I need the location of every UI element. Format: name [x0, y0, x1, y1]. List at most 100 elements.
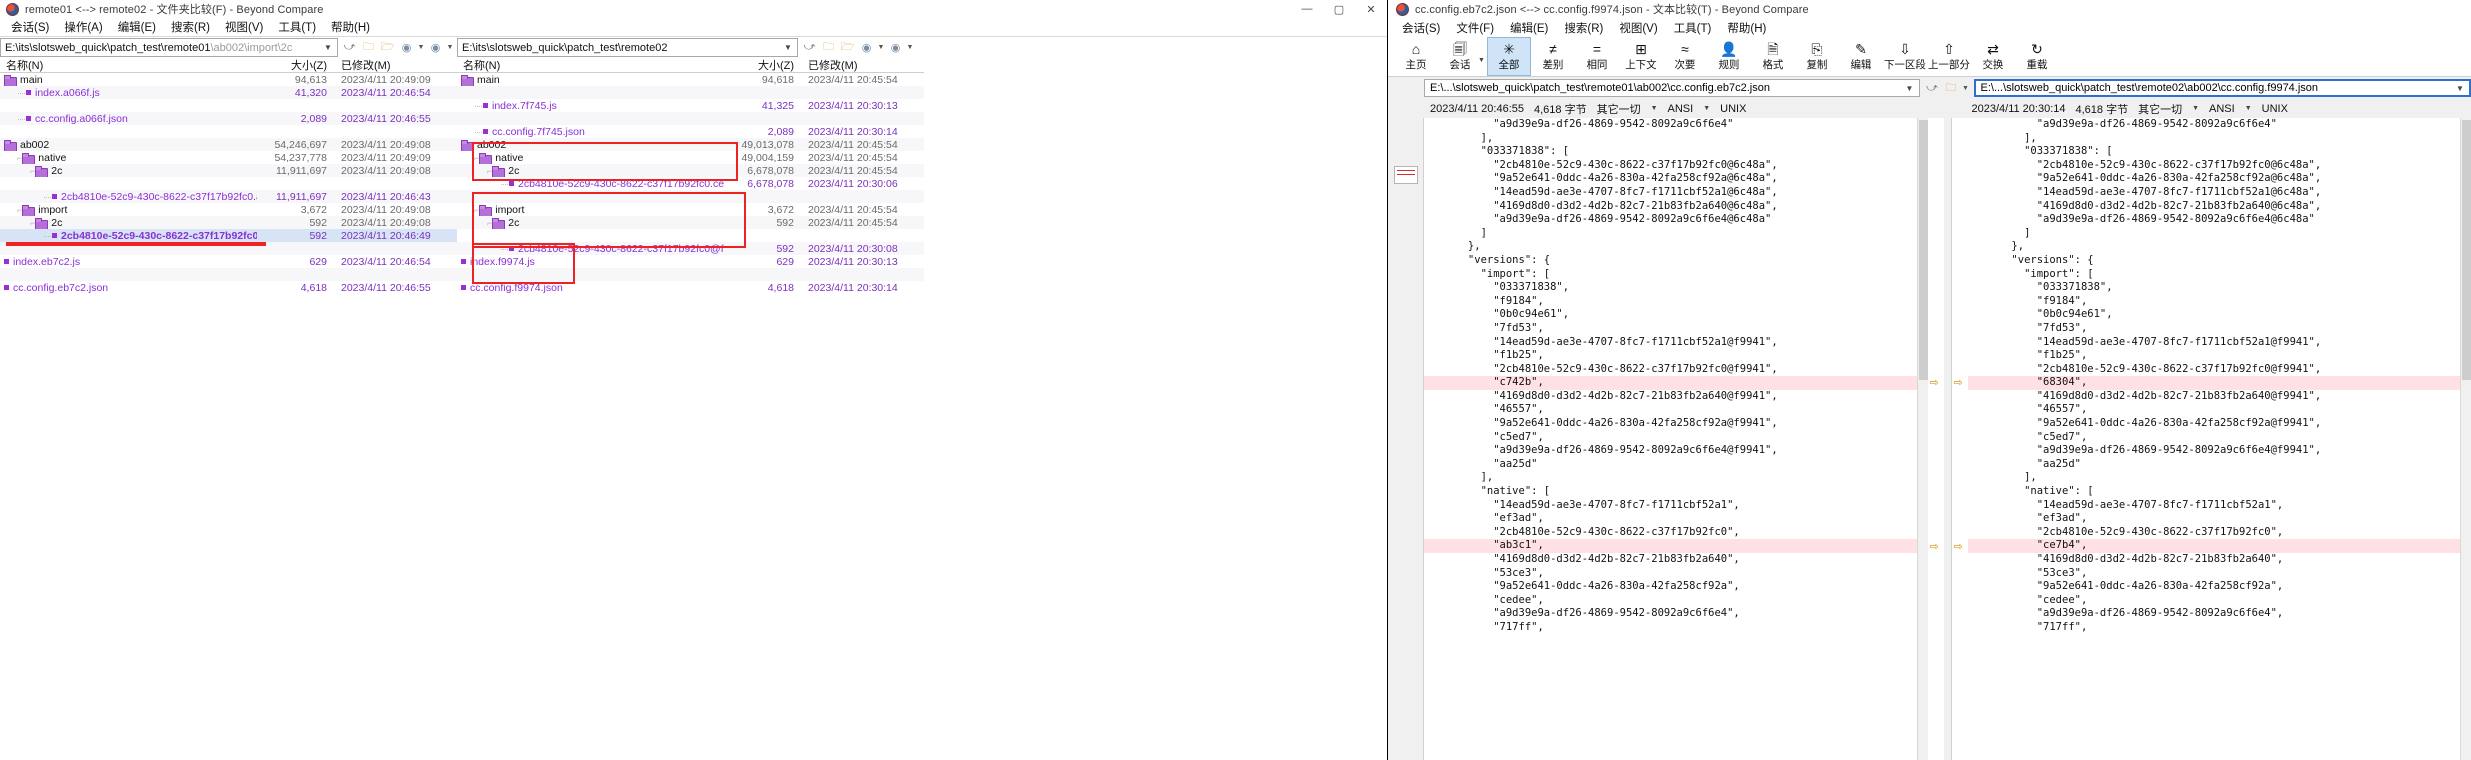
table-row[interactable]: ⌐ 2c 6,678,078 2023/4/11 20:45:54 — [457, 164, 924, 177]
code-line[interactable]: "versions": { — [1424, 254, 1928, 268]
code-line[interactable]: "ef3ad", — [1968, 512, 2471, 526]
toolbar-button-会话[interactable]: 🗐 会话 — [1438, 37, 1482, 76]
overview-map[interactable] — [1394, 166, 1418, 184]
left-path-dropdown-icon[interactable]: ▼ — [321, 43, 335, 52]
left-overview-gutter[interactable] — [1388, 118, 1424, 760]
code-line[interactable]: "import": [ — [1968, 268, 2471, 282]
code-line[interactable]: "c742b", — [1424, 376, 1928, 390]
open-parent-icon-2[interactable]: 🗁 — [839, 39, 856, 56]
table-row[interactable]: ···· index.7f745.js 41,325 2023/4/11 20:30:… — [457, 99, 924, 112]
menu-tools[interactable]: 工具(T) — [271, 18, 323, 36]
table-row[interactable]: cc.config.eb7c2.json 4,618 2023/4/11 20:46… — [0, 281, 457, 294]
forward-icon-2[interactable]: ◉ — [887, 39, 904, 56]
table-row[interactable] — [457, 86, 924, 99]
code-line[interactable]: "c5ed7", — [1424, 431, 1928, 445]
menu-help[interactable]: 帮助(H) — [324, 18, 377, 36]
code-line[interactable]: "9a52e641-0ddc-4a26-830a-42fa258cf92a", — [1968, 580, 2471, 594]
code-line[interactable]: "c5ed7", — [1968, 431, 2471, 445]
code-line[interactable]: ], — [1424, 132, 1928, 146]
code-line[interactable]: "4169d8d0-d3d2-4d2b-82c7-21b83fb2a640", — [1968, 553, 2471, 567]
right-file-list[interactable]: main 94,618 2023/4/11 20:45:54 ···· index.7f… — [457, 73, 924, 294]
right-path-dropdown-icon[interactable]: ▼ — [781, 43, 795, 52]
code-line[interactable]: "4169d8d0-d3d2-4d2b-82c7-21b83fb2a640@6c… — [1968, 200, 2471, 214]
code-line[interactable]: "4169d8d0-d3d2-4d2b-82c7-21b83fb2a640@6c… — [1424, 200, 1928, 214]
code-line[interactable]: "7fd53", — [1968, 322, 2471, 336]
table-row[interactable]: ⌐ 2c 592 2023/4/11 20:45:54 — [457, 216, 924, 229]
table-row[interactable]: ···· 2cb4810e-52c9-430c-8622-c37f17b92fc0… — [457, 177, 924, 190]
toolbar-button-编辑[interactable]: ✎ 编辑 — [1839, 37, 1883, 76]
code-line[interactable]: "cedee", — [1968, 594, 2471, 608]
code-line[interactable]: "9a52e641-0ddc-4a26-830a-42fa258cf92a", — [1424, 580, 1928, 594]
right-mode-caret-icon[interactable]: ▼ — [2192, 105, 2199, 112]
table-row[interactable]: main 94,618 2023/4/11 20:45:54 — [457, 73, 924, 86]
swap-path-icon-2[interactable]: ⤻ — [801, 39, 818, 56]
left-code-view[interactable]: "a9d39e9a-df26-4869-9542-8092a9c6f6e4" ]… — [1424, 118, 1928, 760]
table-row[interactable]: ···· 2cb4810e-52c9-430c-8622-c37f17b92fc0… — [457, 242, 924, 255]
code-line[interactable]: }, — [1968, 240, 2471, 254]
code-line[interactable]: ] — [1424, 227, 1928, 241]
table-row[interactable]: cc.config.f9974.json 4,618 2023/4/11 20:30… — [457, 281, 924, 294]
code-line[interactable]: "717ff", — [1968, 621, 2471, 635]
code-line[interactable]: "2cb4810e-52c9-430c-8622-c37f17b92fc0@6c… — [1968, 159, 2471, 173]
code-line[interactable]: ], — [1968, 132, 2471, 146]
code-line[interactable]: "a9d39e9a-df26-4869-9542-8092a9c6f6e4@f9… — [1424, 444, 1928, 458]
code-line[interactable]: "a9d39e9a-df26-4869-9542-8092a9c6f6e4@6c… — [1424, 213, 1928, 227]
toolbar-button-规则[interactable]: 👤 规则 — [1707, 37, 1751, 76]
col-date[interactable]: 已修改(M) — [335, 57, 457, 73]
table-row[interactable]: main 94,613 2023/4/11 20:49:09 — [0, 73, 457, 86]
col-name[interactable]: 名称(N) — [0, 57, 257, 73]
open-parent-icon[interactable]: 🗁 — [379, 39, 396, 56]
right-code-scrollbar[interactable] — [2460, 118, 2471, 760]
swap-file-icon[interactable]: ⤻ — [1924, 80, 1941, 97]
table-row[interactable]: ab002 49,013,078 2023/4/11 20:45:54 — [457, 138, 924, 151]
right-file-path-dropdown-icon[interactable]: ▼ — [2453, 84, 2467, 93]
forward-dropdown-icon-2[interactable]: ▼ — [906, 44, 914, 51]
code-line[interactable]: "0b0c94e61", — [1424, 308, 1928, 322]
code-line[interactable]: "14ead59d-ae3e-4707-8fc7-f1711cbf52a1@6c… — [1424, 186, 1928, 200]
browse-file-dropdown-icon[interactable]: ▼ — [1962, 85, 1970, 92]
table-row[interactable] — [457, 190, 924, 203]
code-line[interactable]: "2cb4810e-52c9-430c-8622-c37f17b92fc0", — [1968, 526, 2471, 540]
code-line[interactable]: "033371838": [ — [1424, 145, 1928, 159]
code-line[interactable]: "46557", — [1968, 403, 2471, 417]
code-line[interactable]: "2cb4810e-52c9-430c-8622-c37f17b92fc0@f9… — [1968, 363, 2471, 377]
code-line[interactable]: "033371838": [ — [1968, 145, 2471, 159]
table-row[interactable] — [0, 99, 457, 112]
col-size-2[interactable]: 大小(Z) — [724, 57, 802, 73]
code-line[interactable]: "aa25d" — [1424, 458, 1928, 472]
toolbar-button-上下文[interactable]: ⊞ 上下文 — [1619, 37, 1663, 76]
code-line[interactable]: "68304", — [1967, 376, 2471, 390]
browse-file-icon[interactable]: 🗀 — [1943, 80, 1960, 97]
code-line[interactable]: "14ead59d-ae3e-4707-8fc7-f1711cbf52a1@f9… — [1968, 336, 2471, 350]
toolbar-button-格式[interactable]: 🗎 格式 — [1751, 37, 1795, 76]
code-line[interactable]: "ab3c1", — [1424, 539, 1928, 553]
code-line[interactable]: "14ead59d-ae3e-4707-8fc7-f1711cbf52a1", — [1424, 499, 1928, 513]
table-row[interactable]: index.eb7c2.js 629 2023/4/11 20:46:54 — [0, 255, 457, 268]
diff-marker-icon[interactable]: ⇨ — [1930, 376, 1939, 389]
code-line[interactable]: "aa25d" — [1968, 458, 2471, 472]
left-file-charset[interactable]: ANSI — [1668, 103, 1694, 115]
tmenu-search[interactable]: 搜索(R) — [1556, 19, 1611, 37]
code-line[interactable]: "f1b25", — [1968, 349, 2471, 363]
left-mode-caret-icon[interactable]: ▼ — [1651, 105, 1658, 112]
left-file-path-input[interactable]: E:\...\slotsweb_quick\patch_test\remote0… — [1424, 79, 1920, 97]
toolbar-dropdown-icon[interactable]: ▼ — [1478, 37, 1485, 76]
code-line[interactable]: }, — [1424, 240, 1928, 254]
back-dropdown-icon-2[interactable]: ▼ — [877, 44, 885, 51]
menu-session[interactable]: 会话(S) — [4, 18, 56, 36]
toolbar-button-相同[interactable]: = 相同 — [1575, 37, 1619, 76]
right-code-view[interactable]: "a9d39e9a-df26-4869-9542-8092a9c6f6e4" ]… — [1967, 118, 2471, 760]
code-line[interactable]: "ce7b4", — [1967, 539, 2471, 553]
code-line[interactable]: "a9d39e9a-df26-4869-9542-8092a9c6f6e4@6c… — [1968, 213, 2471, 227]
code-line[interactable]: "46557", — [1424, 403, 1928, 417]
tmenu-edit[interactable]: 编辑(E) — [1502, 19, 1556, 37]
code-line[interactable]: "0b0c94e61", — [1968, 308, 2471, 322]
toolbar-button-复制[interactable]: ⎘ 复制 — [1795, 37, 1839, 76]
maximize-button[interactable]: ▢ — [1323, 0, 1355, 18]
code-line[interactable]: "7fd53", — [1424, 322, 1928, 336]
browse-folder-icon-2[interactable]: 🗀 — [820, 39, 837, 56]
code-line[interactable]: "53ce3", — [1968, 567, 2471, 581]
tmenu-session[interactable]: 会话(S) — [1394, 19, 1448, 37]
code-line[interactable]: "cedee", — [1424, 594, 1928, 608]
left-file-path-dropdown-icon[interactable]: ▼ — [1903, 84, 1917, 93]
